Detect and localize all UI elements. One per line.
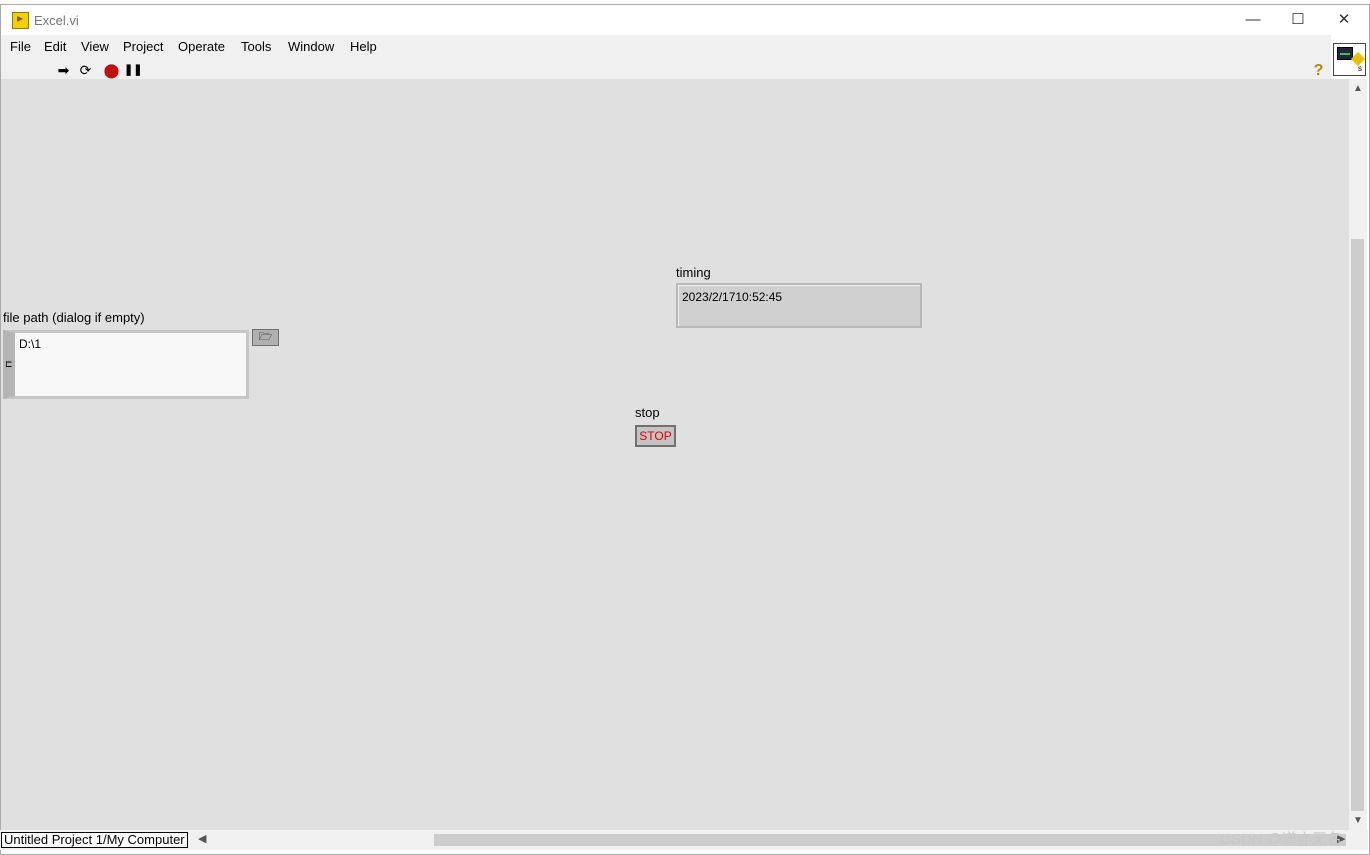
title-bar: Excel.vi — ☐ ✕ bbox=[1, 5, 1369, 35]
labview-vi-icon bbox=[12, 11, 29, 29]
browse-folder-button[interactable]: 🗁 bbox=[252, 329, 279, 346]
window-title: Excel.vi bbox=[34, 13, 79, 28]
file-path-value[interactable]: D:\1 bbox=[19, 337, 41, 351]
folder-open-icon: 🗁 bbox=[258, 331, 273, 343]
menu-view[interactable]: View bbox=[81, 39, 109, 54]
file-path-control[interactable]: ⊏ D:\1 bbox=[3, 330, 249, 399]
watermark: CSDN @道亦无名 bbox=[1220, 831, 1342, 848]
timing-indicator: 2023/2/1710:52:45 bbox=[676, 283, 922, 328]
menu-tools[interactable]: Tools bbox=[241, 39, 271, 54]
front-panel bbox=[1, 79, 1349, 830]
timing-value: 2023/2/1710:52:45 bbox=[682, 290, 783, 304]
status-bar: Untitled Project 1/My Computer ◀ ▶ bbox=[0, 830, 1368, 850]
stop-button[interactable]: STOP bbox=[635, 425, 676, 447]
menu-project[interactable]: Project bbox=[123, 39, 163, 54]
maximize-button[interactable]: ☐ bbox=[1275, 5, 1321, 35]
menu-help[interactable]: Help bbox=[350, 39, 377, 54]
menu-window[interactable]: Window bbox=[288, 39, 334, 54]
run-arrow-icon[interactable]: ➡ bbox=[55, 62, 72, 79]
path-grip-icon: ⊏ bbox=[5, 359, 13, 369]
project-context-label[interactable]: Untitled Project 1/My Computer bbox=[1, 832, 188, 848]
vertical-scroll-thumb[interactable] bbox=[1351, 239, 1364, 811]
pause-icon[interactable]: ❚❚ bbox=[124, 62, 142, 79]
menu-bar: File Edit View Project Operate Tools Win… bbox=[1, 35, 1331, 57]
vertical-scrollbar[interactable]: ▲ ▼ bbox=[1349, 79, 1367, 830]
stop-label: stop bbox=[635, 405, 660, 420]
menu-edit[interactable]: Edit bbox=[44, 39, 66, 54]
vi-connector-icon[interactable]: s bbox=[1333, 43, 1366, 76]
close-button[interactable]: ✕ bbox=[1321, 5, 1367, 35]
file-path-label: file path (dialog if empty) bbox=[3, 310, 145, 325]
menu-file[interactable]: File bbox=[10, 39, 31, 54]
horizontal-scroll-thumb[interactable] bbox=[434, 834, 1346, 846]
scroll-up-icon[interactable]: ▲ bbox=[1353, 83, 1363, 94]
menu-operate[interactable]: Operate bbox=[178, 39, 225, 54]
scroll-left-icon[interactable]: ◀ bbox=[198, 832, 206, 845]
minimize-button[interactable]: — bbox=[1230, 5, 1276, 35]
context-help-icon[interactable]: ? bbox=[1310, 62, 1327, 79]
abort-execution-icon[interactable]: ⬤ bbox=[103, 62, 120, 79]
run-continuously-icon[interactable]: ⟳ bbox=[77, 62, 94, 79]
horizontal-scrollbar[interactable]: ◀ ▶ bbox=[196, 832, 1351, 848]
timing-label: timing bbox=[676, 265, 711, 280]
scroll-down-icon[interactable]: ▼ bbox=[1353, 815, 1363, 826]
s-glyph-icon: s bbox=[1358, 64, 1362, 73]
